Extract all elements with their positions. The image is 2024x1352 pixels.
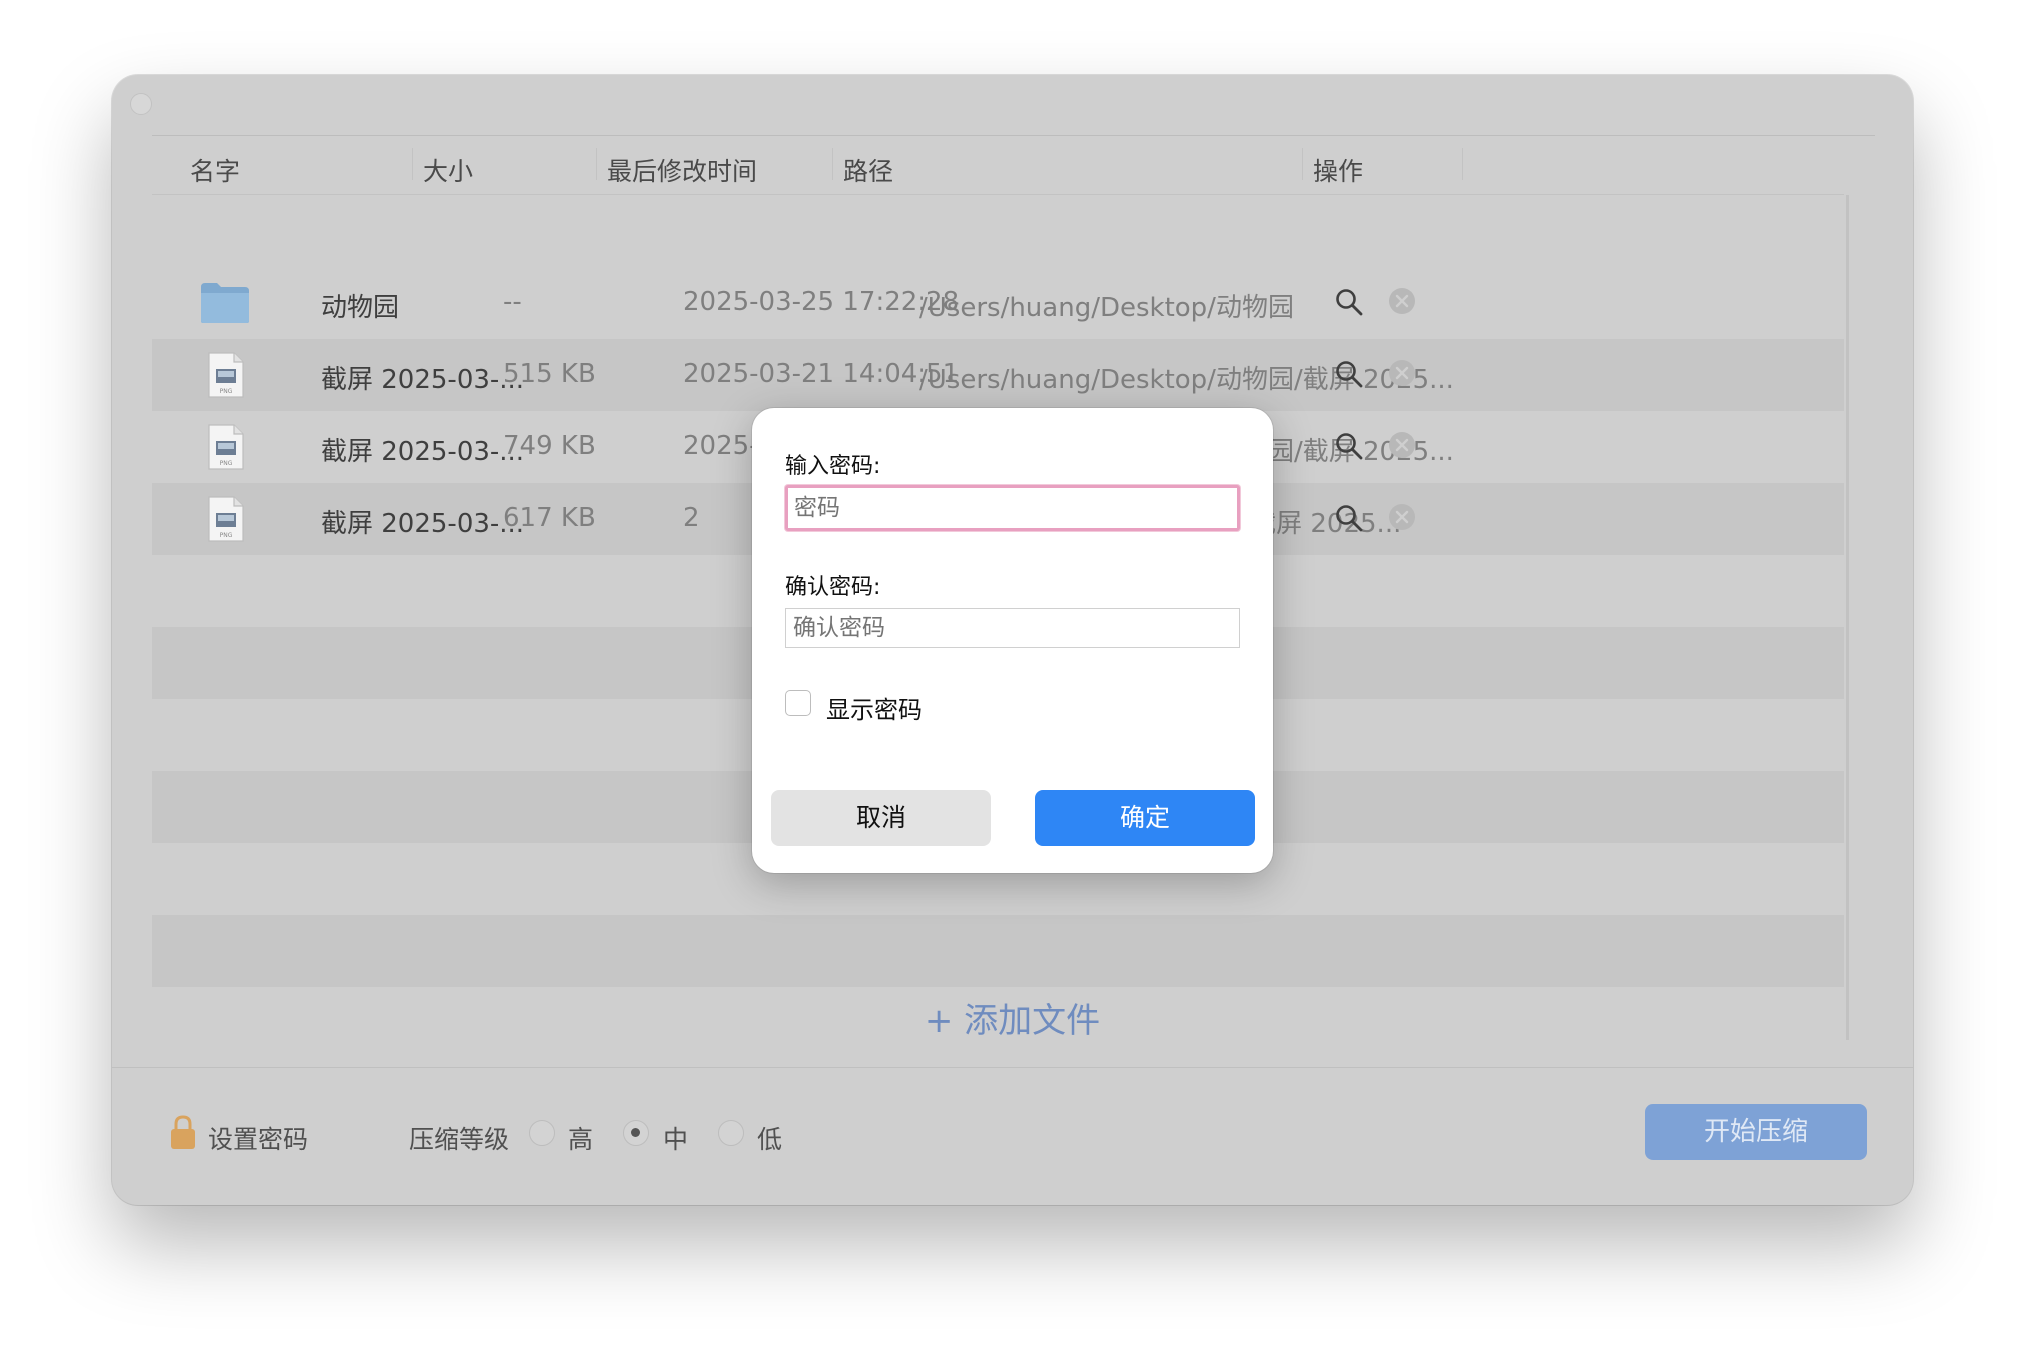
row-name: 截屏 2025-03-... [321, 365, 525, 395]
search-icon[interactable] [1334, 287, 1364, 317]
row-size: 515 KB [503, 359, 596, 389]
row-modified: 2025-03-25 17:22:28 [683, 287, 960, 317]
table-row[interactable]: PNG 截屏 2025-03-... 515 KB 2025-03-21 14:… [152, 339, 1844, 411]
level-high-radio[interactable] [529, 1120, 555, 1146]
password-label: 输入密码: [785, 454, 881, 479]
row-size: -- [503, 287, 522, 317]
add-file-button[interactable]: + 添加文件 [112, 993, 1913, 1042]
bottom-toolbar: 设置密码 压缩等级 高 中 低 开始压缩 [112, 1067, 1913, 1205]
table-scrollbar[interactable] [1846, 195, 1849, 1040]
search-icon[interactable] [1334, 503, 1364, 533]
remove-icon[interactable] [1388, 503, 1416, 531]
row-path: /Users/huang/Desktop/动物园 [919, 293, 1294, 323]
confirm-button[interactable]: 确定 [1035, 790, 1255, 846]
svg-text:PNG: PNG [220, 532, 233, 539]
cancel-button[interactable]: 取消 [771, 790, 991, 846]
header-path[interactable]: 路径 [843, 152, 893, 188]
set-password-label[interactable]: 设置密码 [208, 1120, 308, 1156]
level-medium-radio[interactable] [623, 1120, 649, 1146]
header-separator [412, 148, 413, 180]
level-high-label[interactable]: 高 [568, 1120, 593, 1156]
svg-text:PNG: PNG [220, 388, 233, 395]
remove-icon[interactable] [1388, 287, 1416, 315]
compression-level-label: 压缩等级 [409, 1125, 510, 1154]
row-size: 617 KB [503, 503, 596, 533]
confirm-password-label: 确认密码: [785, 575, 881, 600]
lock-icon[interactable] [170, 1114, 196, 1150]
window-close-button[interactable] [130, 93, 152, 115]
table-header: 名字 大小 最后修改时间 路径 操作 [152, 136, 1844, 195]
row-modified: 2025-03-21 14:04:51 [683, 359, 960, 389]
header-separator [596, 148, 597, 180]
search-icon[interactable] [1334, 359, 1364, 389]
header-action[interactable]: 操作 [1313, 152, 1363, 188]
password-input[interactable] [785, 485, 1240, 531]
header-separator [832, 148, 833, 180]
table-row[interactable]: 动物园 -- 2025-03-25 17:22:28 /Users/huang/… [152, 267, 1844, 339]
level-low-radio[interactable] [718, 1120, 744, 1146]
png-file-icon: PNG [208, 496, 244, 542]
confirm-password-input[interactable] [785, 608, 1240, 648]
remove-icon[interactable] [1388, 431, 1416, 459]
row-name: 截屏 2025-03-... [321, 437, 525, 467]
header-modified[interactable]: 最后修改时间 [607, 152, 757, 188]
png-file-icon: PNG [208, 352, 244, 398]
folder-icon [201, 283, 249, 323]
password-dialog: 输入密码: 确认密码: 显示密码 取消 确定 [752, 408, 1273, 873]
header-size[interactable]: 大小 [423, 152, 473, 188]
row-name: 动物园 [321, 293, 400, 323]
show-password-label[interactable]: 显示密码 [826, 690, 922, 725]
search-icon[interactable] [1334, 431, 1364, 461]
start-compress-button[interactable]: 开始压缩 [1645, 1104, 1867, 1160]
row-name: 截屏 2025-03-... [321, 509, 525, 539]
row-path: /Users/huang/Desktop/动物园/截屏 2025... [919, 365, 1454, 395]
row-modified: 2 [683, 503, 700, 533]
level-medium-label[interactable]: 中 [663, 1120, 688, 1156]
png-file-icon: PNG [208, 424, 244, 470]
level-low-label[interactable]: 低 [757, 1120, 782, 1156]
empty-row [152, 915, 1844, 987]
header-separator [1462, 148, 1463, 180]
header-name[interactable]: 名字 [190, 152, 240, 188]
header-separator [1302, 148, 1303, 180]
svg-text:PNG: PNG [220, 460, 233, 467]
row-size: 749 KB [503, 431, 596, 461]
show-password-checkbox[interactable] [785, 690, 811, 716]
remove-icon[interactable] [1388, 359, 1416, 387]
